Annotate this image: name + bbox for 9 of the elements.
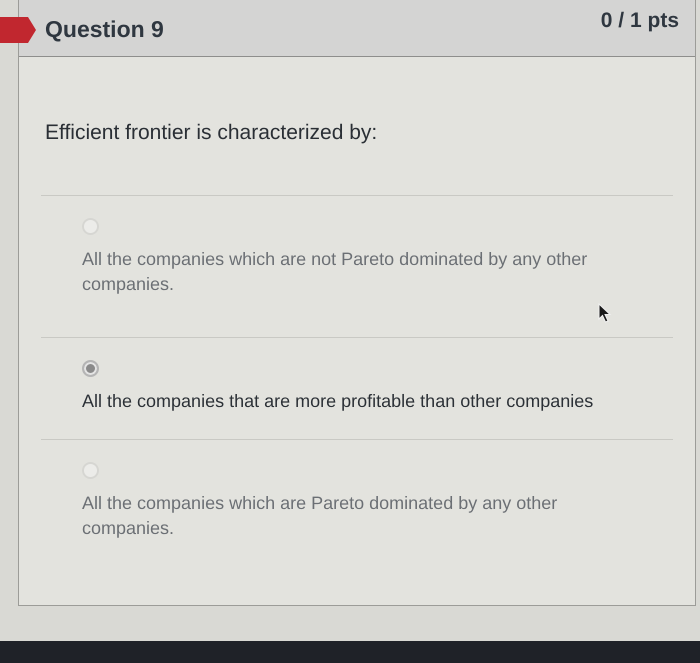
flag-icon [0,17,36,43]
radio-button[interactable] [82,360,99,377]
question-title: Question 9 [45,14,164,44]
answer-option-text[interactable]: All the companies that are more profitable than other companies [82,389,622,414]
question-text: Efficient frontier is characterized by: [44,120,378,146]
points-score: 0 / 1 pts [600,8,679,34]
answer-option-text[interactable]: All the companies which are not Pareto dominated by any other companies. [82,247,622,297]
cursor-icon [598,303,612,323]
answer-option-text[interactable]: All the companies which are Pareto dominated by any other companies. [82,491,622,541]
